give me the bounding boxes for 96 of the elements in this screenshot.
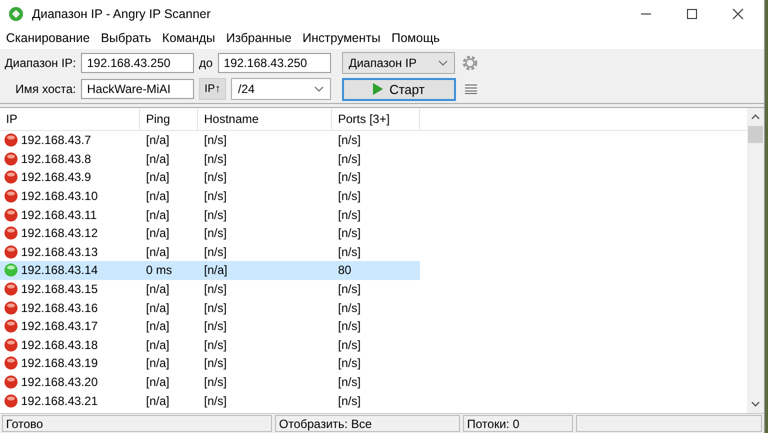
scrollbar-thumb[interactable]	[748, 126, 763, 143]
table-cell-text: [n/a]	[145, 189, 170, 204]
table-cell-text: [n/s]	[337, 189, 362, 204]
table-cell: 192.168.43.11	[21, 208, 97, 222]
table-cell: 192.168.43.17	[21, 319, 98, 334]
scrollbar[interactable]	[747, 108, 764, 413]
feeder-dropdown[interactable]: Диапазон IP	[342, 52, 455, 74]
list-icon[interactable]	[465, 84, 477, 94]
netmask-dropdown[interactable]: /24	[231, 78, 331, 100]
range-to-field[interactable]: 192.168.43.250	[218, 53, 331, 73]
table-cell-text: [n/s]	[203, 282, 228, 296]
table-cell-text: [n/s]	[203, 394, 228, 408]
table-cell: 192.168.43.15	[21, 282, 98, 296]
table-cell: 192.168.43.14	[21, 263, 98, 278]
table-cell: 192.168.43.20	[21, 375, 98, 390]
table-cell-text: 0 ms	[145, 263, 174, 278]
table-cell-text: [n/s]	[337, 208, 362, 222]
table-cell-text: [n/s]	[337, 152, 362, 166]
selected-row[interactable]: 192.168.43.14 0 ms [n/a] 80	[0, 261, 420, 280]
table-cell-text: [n/s]	[337, 170, 362, 184]
table-cell: 192.168.43.10	[21, 189, 98, 204]
table-cell: 192.168.43.16	[21, 300, 98, 315]
menu-item[interactable]: Помощь	[391, 31, 440, 45]
table-cell-text: [n/s]	[203, 300, 228, 315]
table-cell-text: [n/a]	[145, 375, 170, 390]
menu-item[interactable]: Выбрать	[100, 31, 152, 45]
table-cell-text: [n/a]	[145, 170, 170, 184]
table-cell-text: [n/a]	[145, 208, 170, 222]
column-header[interactable]: Ports [3+]	[332, 108, 420, 130]
table-cell-text: [n/s]	[203, 133, 228, 148]
table-cell-text: 80	[337, 263, 352, 278]
threads-text: Потоки: 0	[463, 415, 573, 432]
table-cell-text: [n/a]	[145, 356, 170, 370]
display-filter-text: Отобразить: Все	[275, 415, 460, 432]
table-cell-text: [n/a]	[145, 394, 170, 408]
table-cell-text: [n/a]	[145, 319, 170, 334]
window-title: Диапазон IP - Angry IP Scanner	[32, 6, 211, 20]
close-icon[interactable]	[732, 8, 744, 20]
table-cell-text: [n/a]	[145, 300, 170, 315]
table-cell: 192.168.43.21	[21, 394, 98, 408]
scroll-down-icon[interactable]	[751, 401, 760, 407]
table-cell: 192.168.43.8	[21, 152, 92, 166]
table-cell: 192.168.43.18	[21, 338, 98, 352]
table-cell-text: [n/s]	[203, 319, 228, 334]
table-cell-text: [n/s]	[337, 338, 362, 352]
app-logo-icon	[8, 6, 24, 22]
table-cell-text: [n/s]	[337, 133, 362, 148]
range-from-field[interactable]: 192.168.43.250	[81, 53, 194, 73]
table-cell: 192.168.43.7	[21, 133, 92, 148]
table-cell-text: [n/a]	[145, 226, 170, 240]
caret-icon	[314, 86, 324, 92]
table-cell-text: [n/s]	[337, 319, 362, 334]
column-header[interactable]: IP	[0, 108, 140, 130]
table-cell-text: [n/s]	[203, 375, 228, 390]
table-cell-text: [n/a]	[145, 244, 170, 259]
table-cell-text: [n/s]	[203, 356, 228, 370]
to-label: до	[199, 56, 213, 70]
table-cell: 192.168.43.12	[21, 226, 98, 240]
menu-item[interactable]: Команды	[162, 31, 216, 45]
play-icon	[373, 83, 384, 95]
menu-item[interactable]: Избранные	[226, 31, 292, 45]
ip-button[interactable]: IP↑	[199, 78, 226, 100]
table-cell: 192.168.43.19	[21, 356, 98, 370]
table-cell-text: [n/s]	[337, 375, 362, 390]
table-cell-text: [n/s]	[337, 244, 362, 259]
maximize-icon[interactable]	[686, 8, 698, 20]
table-cell-text: [n/s]	[337, 282, 362, 296]
table-cell-text: [n/s]	[203, 338, 228, 352]
caret-icon	[438, 60, 448, 66]
table-cell-text: [n/a]	[203, 263, 228, 278]
table-cell-text: [n/a]	[145, 282, 170, 296]
status-text: Готово	[2, 415, 272, 432]
table-cell-text: [n/s]	[203, 244, 228, 259]
table-cell-text: [n/s]	[337, 394, 362, 408]
table-cell-text: [n/s]	[203, 189, 228, 204]
column-header[interactable]: Hostname	[198, 108, 332, 130]
table-cell-text: [n/s]	[337, 226, 362, 240]
table-cell-text: [n/s]	[337, 300, 362, 315]
table-cell-text: [n/s]	[203, 208, 228, 222]
column-header[interactable]: Ping	[140, 108, 198, 130]
table-cell-text: [n/a]	[145, 152, 170, 166]
table-cell: 192.168.43.9	[21, 170, 92, 184]
hostname-field[interactable]: HackWare-MiAI	[81, 79, 194, 99]
scroll-up-icon[interactable]	[751, 114, 760, 120]
table-cell: 192.168.43.13	[21, 244, 98, 259]
table-cell-text: [n/a]	[145, 133, 170, 148]
menu-item[interactable]: Инструменты	[302, 31, 380, 45]
table-cell-text: [n/s]	[203, 152, 228, 166]
table-cell-text: [n/a]	[145, 338, 170, 352]
hostname-label: Имя хоста:	[14, 82, 76, 96]
table-cell-text: [n/s]	[337, 356, 362, 370]
table-cell-text: [n/s]	[203, 170, 228, 184]
range-label: Диапазон IP:	[4, 56, 76, 70]
start-button[interactable]: Старт	[342, 78, 456, 100]
table-cell-text: [n/s]	[203, 226, 228, 240]
menu-item[interactable]: Сканирование	[6, 31, 90, 45]
